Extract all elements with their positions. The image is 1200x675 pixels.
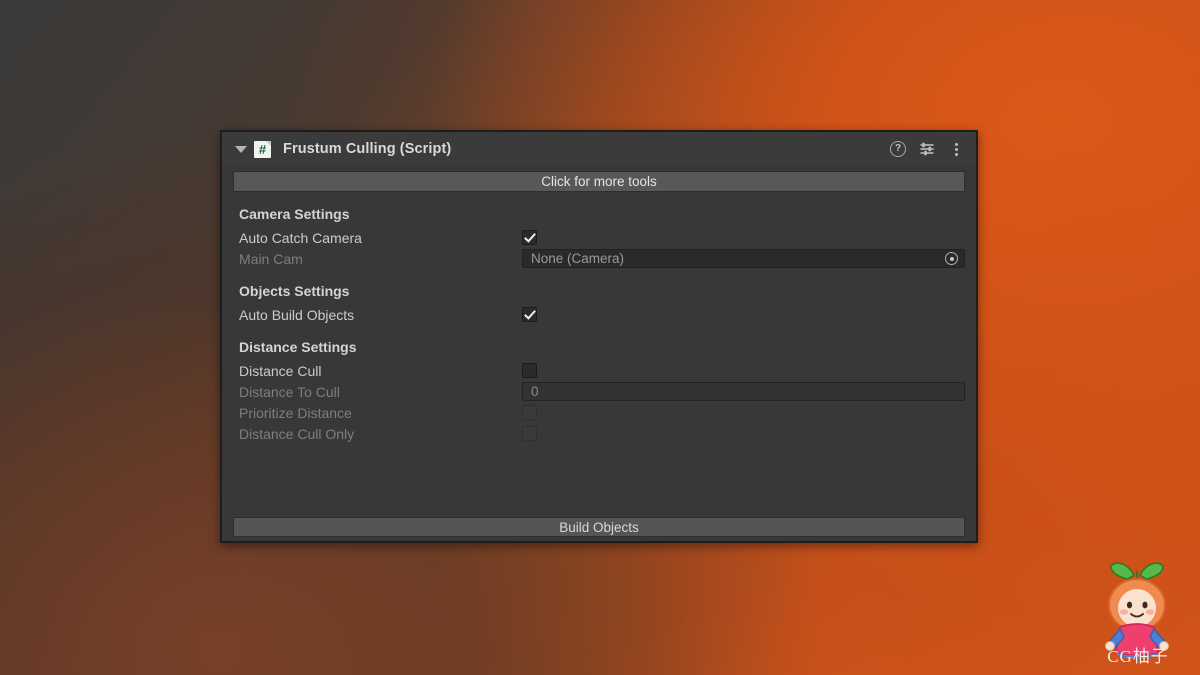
row-main-cam: Main Cam None (Camera) bbox=[233, 248, 965, 269]
watermark-logo: CG柚子 bbox=[1084, 557, 1192, 669]
component-title: Frustum Culling (Script) bbox=[283, 141, 452, 157]
checkbox-distance-cull[interactable] bbox=[522, 363, 537, 378]
header-icon-group: ? bbox=[890, 141, 964, 157]
more-tools-button[interactable]: Click for more tools bbox=[233, 171, 965, 192]
row-prioritize-distance: Prioritize Distance bbox=[233, 402, 965, 423]
label-distance-cull: Distance Cull bbox=[239, 362, 322, 379]
inspector-body: Click for more tools Camera Settings Aut… bbox=[222, 171, 976, 546]
label-distance-cull-only: Distance Cull Only bbox=[239, 425, 355, 442]
menu-dot bbox=[954, 142, 958, 146]
foldout-arrow-icon[interactable] bbox=[234, 142, 248, 156]
preset-icon[interactable] bbox=[919, 141, 935, 157]
build-objects-button[interactable]: Build Objects bbox=[233, 517, 965, 537]
section-header-distance-settings: Distance Settings bbox=[239, 339, 357, 355]
object-picker-icon[interactable] bbox=[945, 252, 958, 265]
label-prioritize-distance: Prioritize Distance bbox=[239, 404, 352, 421]
row-distance-cull: Distance Cull bbox=[233, 360, 965, 381]
section-header-objects-settings: Objects Settings bbox=[239, 283, 350, 299]
checkbox-auto-build-objects[interactable] bbox=[522, 307, 537, 322]
object-field-value: None (Camera) bbox=[531, 251, 625, 266]
menu-dot bbox=[954, 152, 958, 156]
inspector-component-panel: # Frustum Culling (Script) ? Click for m… bbox=[220, 130, 978, 543]
more-menu-icon[interactable] bbox=[948, 141, 964, 157]
menu-dot bbox=[954, 147, 958, 151]
csharp-script-icon: # bbox=[254, 140, 271, 158]
label-main-cam: Main Cam bbox=[239, 250, 303, 267]
number-field-distance-to-cull[interactable]: 0 bbox=[522, 382, 965, 401]
row-distance-cull-only: Distance Cull Only bbox=[233, 423, 965, 444]
label-auto-build-objects: Auto Build Objects bbox=[239, 306, 355, 323]
row-distance-to-cull: Distance To Cull 0 bbox=[233, 381, 965, 402]
row-auto-catch-camera: Auto Catch Camera bbox=[233, 227, 965, 248]
desktop-background: # Frustum Culling (Script) ? Click for m… bbox=[0, 0, 1200, 675]
watermark-text: CG柚子 bbox=[1107, 647, 1169, 666]
component-header[interactable]: # Frustum Culling (Script) ? bbox=[222, 132, 976, 166]
checkbox-prioritize-distance bbox=[522, 405, 537, 420]
section-header-camera-settings: Camera Settings bbox=[239, 206, 350, 222]
label-distance-to-cull: Distance To Cull bbox=[239, 383, 340, 400]
row-auto-build-objects: Auto Build Objects bbox=[233, 304, 965, 325]
checkbox-distance-cull-only bbox=[522, 426, 537, 441]
help-icon[interactable]: ? bbox=[890, 141, 906, 157]
label-auto-catch-camera: Auto Catch Camera bbox=[239, 229, 362, 246]
object-field-main-cam[interactable]: None (Camera) bbox=[522, 249, 965, 268]
checkbox-auto-catch-camera[interactable] bbox=[522, 230, 537, 245]
